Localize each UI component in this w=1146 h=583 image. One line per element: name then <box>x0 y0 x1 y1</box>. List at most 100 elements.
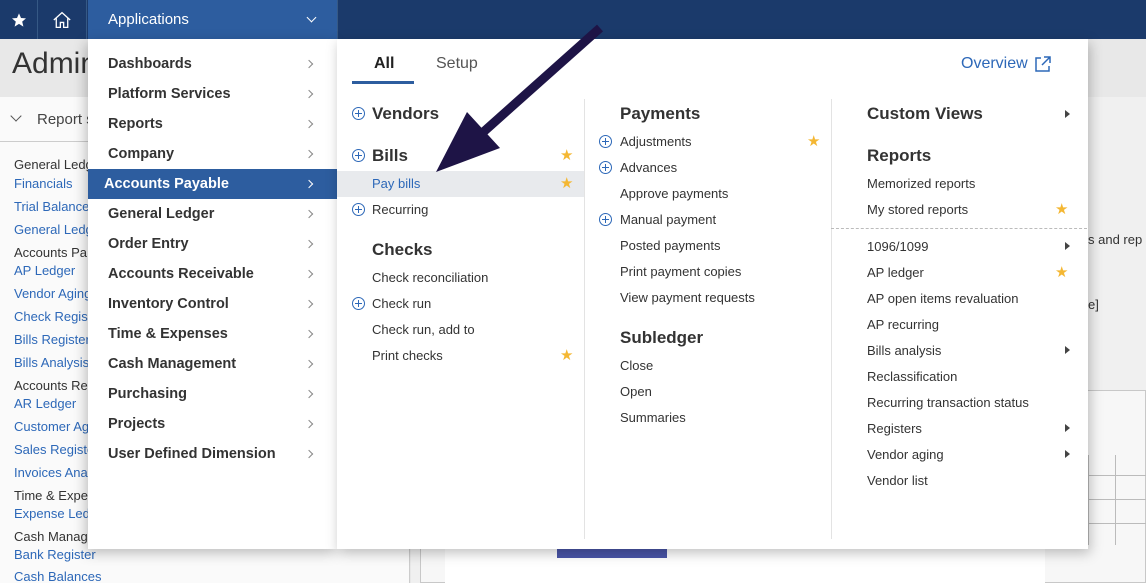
menu-category-purchasing[interactable]: Purchasing <box>88 379 337 409</box>
submenu-arrow-icon <box>1065 346 1070 354</box>
vendor-aging-link[interactable]: Vendor aging <box>867 447 944 462</box>
menu-category-reports[interactable]: Reports <box>88 109 337 139</box>
tab-setup[interactable]: Setup <box>436 55 478 73</box>
report-link[interactable]: AP Ledger <box>14 263 75 278</box>
add-vendor-icon[interactable] <box>352 107 365 120</box>
menu-category-label: Dashboards <box>108 56 192 72</box>
bills-link[interactable]: Bills <box>372 146 408 166</box>
chevron-right-icon <box>304 119 314 129</box>
report-link[interactable]: Bank Register <box>14 547 96 562</box>
menu-category-accounts-payable[interactable]: Accounts Payable <box>88 169 337 199</box>
memorized-reports-link[interactable]: Memorized reports <box>867 176 975 191</box>
menu-category-label: Projects <box>108 416 166 432</box>
adjustments-link[interactable]: Adjustments <box>620 134 692 149</box>
my-stored-reports-link[interactable]: My stored reports <box>867 202 968 217</box>
posted-payments-link[interactable]: Posted payments <box>620 238 720 253</box>
bills-analysis-link[interactable]: Bills analysis <box>867 343 941 358</box>
menu-category-time-expenses[interactable]: Time & Expenses <box>88 319 337 349</box>
report-link[interactable]: Trial Balance <box>14 199 89 214</box>
submenu-arrow-icon <box>1065 424 1070 432</box>
page-title: Admin <box>12 47 98 80</box>
menu-category-label: Cash Management <box>108 356 237 372</box>
ap-recurring-link[interactable]: AP recurring <box>867 317 939 332</box>
print-checks-link[interactable]: Print checks <box>372 348 443 363</box>
favorite-star-icon[interactable]: ★ <box>1055 265 1068 280</box>
menu-category-dashboards[interactable]: Dashboards <box>88 49 337 79</box>
tab-all[interactable]: All <box>374 55 394 73</box>
add-recurring-icon[interactable] <box>352 203 365 216</box>
manual-payment-link[interactable]: Manual payment <box>620 212 716 227</box>
menu-category-projects[interactable]: Projects <box>88 409 337 439</box>
submenu-arrow-icon <box>1065 450 1070 458</box>
report-link[interactable]: AR Ledger <box>14 396 76 411</box>
report-link[interactable]: Invoices Ana <box>14 465 88 480</box>
report-link[interactable]: Cash Balances <box>14 569 101 583</box>
favorites-button[interactable] <box>0 0 38 39</box>
approve-payments-link[interactable]: Approve payments <box>620 186 728 201</box>
favorite-star-icon[interactable]: ★ <box>560 176 573 191</box>
report-group-heading: Time & Expe <box>14 488 88 503</box>
favorite-star-icon[interactable]: ★ <box>560 348 573 363</box>
report-group-heading: General Ledg <box>14 157 93 172</box>
summaries-link[interactable]: Summaries <box>620 410 686 425</box>
registers-link[interactable]: Registers <box>867 421 922 436</box>
report-1096-1099-link[interactable]: 1096/1099 <box>867 239 928 254</box>
report-link[interactable]: Bills Register <box>14 332 90 347</box>
overview-link[interactable]: Overview <box>961 55 1052 73</box>
menu-category-inventory-control[interactable]: Inventory Control <box>88 289 337 319</box>
advances-link[interactable]: Advances <box>620 160 677 175</box>
report-group-heading: Accounts Pa <box>14 245 87 260</box>
chevron-right-icon <box>304 89 314 99</box>
add-adjustment-icon[interactable] <box>599 135 612 148</box>
favorite-star-icon[interactable]: ★ <box>807 134 820 149</box>
close-link[interactable]: Close <box>620 358 653 373</box>
report-link[interactable]: Check Regis <box>14 309 88 324</box>
subledger-heading: Subledger <box>620 328 704 347</box>
report-link[interactable]: Customer Ag <box>14 419 89 434</box>
check-run-link[interactable]: Check run <box>372 296 431 311</box>
menu-category-general-ledger[interactable]: General Ledger <box>88 199 337 229</box>
menu-category-platform-services[interactable]: Platform Services <box>88 79 337 109</box>
menu-category-user-defined-dimension[interactable]: User Defined Dimension <box>88 439 337 469</box>
report-link[interactable]: General Ledg <box>14 222 93 237</box>
ap-ledger-link[interactable]: AP ledger <box>867 265 924 280</box>
application-category-list: Dashboards Platform Services Reports Compan… <box>88 39 337 549</box>
favorite-star-icon[interactable]: ★ <box>1055 202 1068 217</box>
menu-category-label: Company <box>108 146 175 162</box>
reclassification-link[interactable]: Reclassification <box>867 369 957 384</box>
add-bill-icon[interactable] <box>352 149 365 162</box>
open-link[interactable]: Open <box>620 384 652 399</box>
check-run-add-to-link[interactable]: Check run, add to <box>372 322 475 337</box>
view-payment-requests-link[interactable]: View payment requests <box>620 290 755 305</box>
add-manual-payment-icon[interactable] <box>599 213 612 226</box>
vendor-list-link[interactable]: Vendor list <box>867 473 928 488</box>
menu-category-cash-management[interactable]: Cash Management <box>88 349 337 379</box>
menu-category-order-entry[interactable]: Order Entry <box>88 229 337 259</box>
menu-category-accounts-receivable[interactable]: Accounts Receivable <box>88 259 337 289</box>
chevron-right-icon <box>304 359 314 369</box>
ap-open-items-revaluation-link[interactable]: AP open items revaluation <box>867 291 1019 306</box>
applications-menu-button[interactable]: Applications <box>88 0 338 39</box>
star-icon <box>11 12 26 27</box>
print-payment-copies-link[interactable]: Print payment copies <box>620 264 741 279</box>
pay-bills-link[interactable]: Pay bills <box>372 176 420 191</box>
add-check-run-icon[interactable] <box>352 297 365 310</box>
menu-category-company[interactable]: Company <box>88 139 337 169</box>
favorite-star-icon[interactable]: ★ <box>560 148 573 163</box>
report-link[interactable]: Expense Led <box>14 506 90 521</box>
add-advance-icon[interactable] <box>599 161 612 174</box>
vendors-link[interactable]: Vendors <box>372 104 439 124</box>
report-link[interactable]: Vendor Aging <box>14 286 91 301</box>
chevron-right-icon <box>304 59 314 69</box>
background-text: e] <box>1088 297 1099 312</box>
report-section-title: Report s <box>37 111 94 128</box>
recurring-link[interactable]: Recurring <box>372 202 428 217</box>
report-link[interactable]: Sales Registe <box>14 442 94 457</box>
chevron-right-icon <box>304 329 314 339</box>
check-reconciliation-link[interactable]: Check reconciliation <box>372 270 488 285</box>
recurring-transaction-status-link[interactable]: Recurring transaction status <box>867 395 1029 410</box>
home-button[interactable] <box>38 0 87 39</box>
custom-views-link[interactable]: Custom Views <box>867 104 983 124</box>
report-link[interactable]: Bills Analysis <box>14 355 89 370</box>
report-link[interactable]: Financials <box>14 176 73 191</box>
